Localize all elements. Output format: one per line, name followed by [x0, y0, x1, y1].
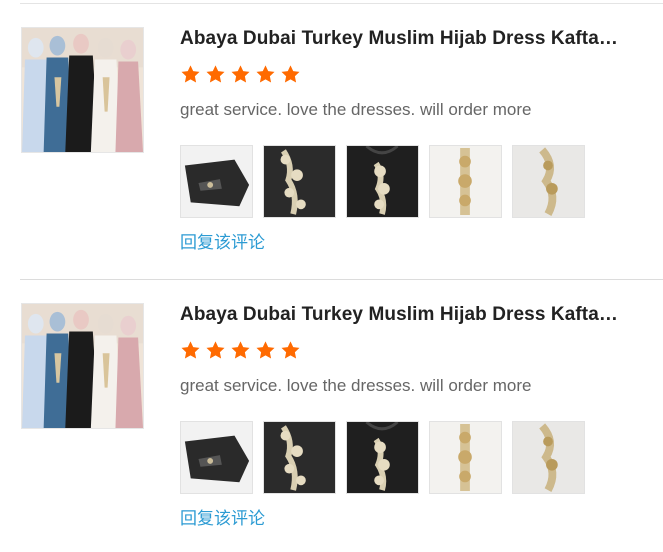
star-icon	[256, 341, 275, 359]
review-photos	[180, 145, 585, 218]
product-thumbnail[interactable]	[21, 27, 144, 153]
star-icon	[181, 341, 200, 359]
star-icon	[206, 341, 225, 359]
star-icon	[231, 341, 250, 359]
review-photo[interactable]	[180, 145, 253, 218]
review-photo[interactable]	[263, 145, 336, 218]
review-comment: great service. love the dresses. will or…	[180, 100, 532, 119]
star-icon	[256, 65, 275, 83]
rating-stars	[180, 340, 301, 364]
review-item: Abaya Dubai Turkey Muslim Hijab Dress Ka…	[0, 0, 663, 276]
star-icon	[281, 65, 300, 83]
product-title[interactable]: Abaya Dubai Turkey Muslim Hijab Dress Ka…	[180, 28, 620, 50]
review-photo[interactable]	[429, 421, 502, 494]
star-icon	[281, 341, 300, 359]
review-item: Abaya Dubai Turkey Muslim Hijab Dress Ka…	[0, 276, 663, 552]
star-icon	[181, 65, 200, 83]
review-photo[interactable]	[512, 145, 585, 218]
review-photo[interactable]	[512, 421, 585, 494]
star-icon	[206, 65, 225, 83]
review-photo[interactable]	[346, 421, 419, 494]
review-photo[interactable]	[263, 421, 336, 494]
reply-to-review-link[interactable]: 回复该评论	[180, 504, 265, 529]
review-photo[interactable]	[429, 145, 502, 218]
rating-stars	[180, 64, 301, 88]
review-photo[interactable]	[346, 145, 419, 218]
product-title[interactable]: Abaya Dubai Turkey Muslim Hijab Dress Ka…	[180, 304, 620, 326]
review-comment: great service. love the dresses. will or…	[180, 376, 532, 395]
review-photos	[180, 421, 585, 494]
star-icon	[231, 65, 250, 83]
review-photo[interactable]	[180, 421, 253, 494]
product-thumbnail[interactable]	[21, 303, 144, 429]
reply-to-review-link[interactable]: 回复该评论	[180, 228, 265, 253]
